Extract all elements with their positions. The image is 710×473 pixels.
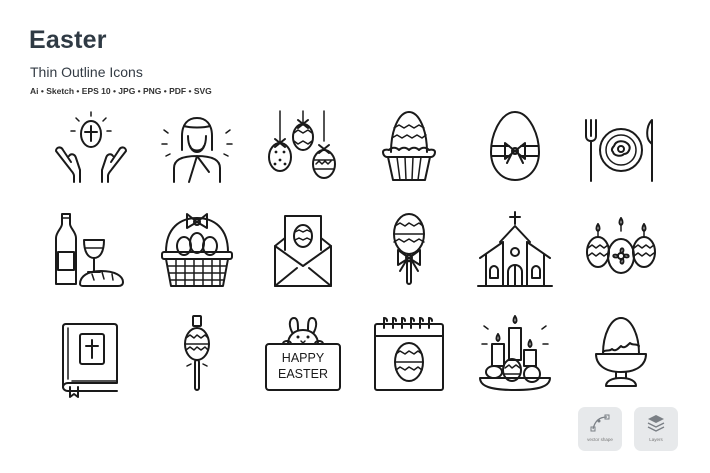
sign-line-easter: EASTER <box>277 367 328 381</box>
vector-shape-badge: vector shape <box>578 407 622 451</box>
layers-icon <box>647 415 665 432</box>
wine-and-bread-icon <box>46 208 136 298</box>
egg-basket-icon <box>152 208 242 298</box>
egg-candles-icon <box>576 208 666 298</box>
egg-on-stick-icon <box>152 310 242 400</box>
hanging-eggs-icon <box>258 106 348 196</box>
sign-line-happy: HAPPY <box>281 351 325 365</box>
layers-label: Layers <box>649 437 663 442</box>
vector-pen-icon <box>590 414 610 432</box>
vector-shape-label: vector shape <box>587 437 613 442</box>
candles-and-eggs-plate-icon <box>470 310 560 400</box>
egg-calendar-icon <box>364 310 454 400</box>
egg-with-bow-icon <box>470 106 560 196</box>
egg-cupcake-icon <box>364 106 454 196</box>
page-subtitle: Thin Outline Icons <box>30 64 143 80</box>
egg-lollipop-icon <box>364 208 454 298</box>
egg-letter-icon <box>258 208 348 298</box>
egg-cup-icon <box>576 310 666 400</box>
layers-badge: Layers <box>634 407 678 451</box>
bible-icon <box>46 310 136 400</box>
file-formats: Ai • Sketch • EPS 10 • JPG • PNG • PDF •… <box>30 86 212 96</box>
hands-holding-egg-icon <box>46 106 136 196</box>
page-title: Easter <box>29 26 107 54</box>
church-icon <box>470 208 560 298</box>
jesus-icon <box>152 106 242 196</box>
easter-meal-icon <box>576 106 666 196</box>
